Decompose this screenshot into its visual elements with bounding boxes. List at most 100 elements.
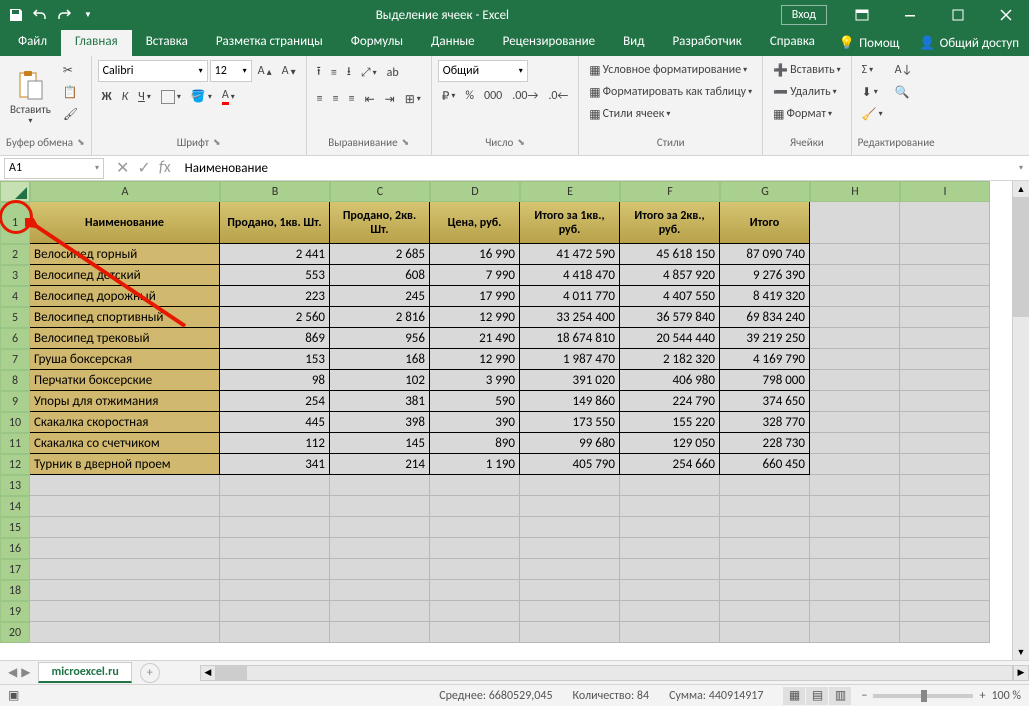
cell[interactable]: 1 987 470	[520, 349, 620, 370]
cell[interactable]: 2 182 320	[620, 349, 720, 370]
column-header[interactable]: B	[220, 181, 330, 202]
cell[interactable]	[220, 517, 330, 538]
cell[interactable]	[900, 454, 990, 475]
font-color-button[interactable]: A▾	[218, 86, 239, 107]
cell[interactable]	[900, 370, 990, 391]
tab-insert[interactable]: Вставка	[132, 30, 202, 56]
cell[interactable]: 214	[330, 454, 430, 475]
increase-indent-button[interactable]: ⇥	[381, 89, 399, 109]
cell[interactable]	[620, 580, 720, 601]
cell[interactable]	[220, 538, 330, 559]
cell[interactable]: Турник в дверной проем	[30, 454, 220, 475]
cell[interactable]: 254 660	[620, 454, 720, 475]
cell[interactable]: 21 490	[430, 328, 520, 349]
record-macro-icon[interactable]: ▣	[8, 688, 19, 703]
cell[interactable]: Велосипед дорожный	[30, 286, 220, 307]
cell[interactable]	[220, 559, 330, 580]
cell[interactable]	[810, 475, 900, 496]
cell[interactable]	[220, 475, 330, 496]
cell[interactable]	[620, 517, 720, 538]
cell[interactable]: 45 618 150	[620, 244, 720, 265]
horizontal-scrollbar[interactable]: ◀ ▶	[200, 665, 1029, 681]
cell[interactable]	[330, 622, 430, 643]
cell[interactable]	[220, 496, 330, 517]
cell[interactable]	[900, 475, 990, 496]
scroll-down-icon[interactable]: ▼	[1013, 644, 1029, 660]
cell[interactable]: 2 816	[330, 307, 430, 328]
wrap-text-button[interactable]: ab	[383, 63, 403, 83]
number-format-combo[interactable]: Общий▾	[438, 60, 528, 82]
cell[interactable]: 98	[220, 370, 330, 391]
cell[interactable]	[30, 580, 220, 601]
cell[interactable]: Скакалка со счетчиком	[30, 433, 220, 454]
redo-icon[interactable]	[56, 7, 72, 23]
enter-formula-icon[interactable]: ✓	[137, 158, 150, 178]
cell[interactable]	[810, 349, 900, 370]
cell[interactable]: 8 419 320	[720, 286, 810, 307]
cell[interactable]	[810, 202, 900, 244]
conditional-format-button[interactable]: ▦Условное форматирование▾	[585, 60, 756, 80]
format-cells-button[interactable]: ▦Формат▾	[769, 104, 844, 124]
row-header[interactable]: 11	[0, 433, 30, 454]
cell[interactable]: 18 674 810	[520, 328, 620, 349]
cell[interactable]	[30, 622, 220, 643]
align-dialog-icon[interactable]: ⬊	[402, 137, 410, 148]
cell[interactable]	[430, 580, 520, 601]
row-header[interactable]: 10	[0, 412, 30, 433]
cell[interactable]	[220, 580, 330, 601]
cell[interactable]: 153	[220, 349, 330, 370]
cut-button[interactable]: ✂	[59, 60, 82, 80]
row-header[interactable]: 8	[0, 370, 30, 391]
row-header[interactable]: 19	[0, 601, 30, 622]
row-header[interactable]: 15	[0, 517, 30, 538]
cell[interactable]	[520, 601, 620, 622]
cell[interactable]	[30, 517, 220, 538]
cell[interactable]	[430, 496, 520, 517]
row-header[interactable]: 14	[0, 496, 30, 517]
zoom-level[interactable]: 100 %	[991, 689, 1021, 703]
cell[interactable]: 7 990	[430, 265, 520, 286]
cell[interactable]: 890	[430, 433, 520, 454]
decrease-decimal-button[interactable]: .0←	[544, 86, 572, 106]
align-middle-button[interactable]: ≡	[327, 63, 341, 83]
cell[interactable]	[430, 475, 520, 496]
cell[interactable]	[810, 265, 900, 286]
cell[interactable]	[520, 475, 620, 496]
cell[interactable]: 608	[330, 265, 430, 286]
copy-button[interactable]: 📋	[59, 82, 82, 102]
cell[interactable]	[430, 538, 520, 559]
cell[interactable]	[520, 517, 620, 538]
cell[interactable]: 869	[220, 328, 330, 349]
align-left-button[interactable]: ≡	[313, 89, 327, 109]
row-header[interactable]: 3	[0, 265, 30, 286]
delete-cells-button[interactable]: ➖Удалить▾	[769, 82, 844, 102]
cell[interactable]	[810, 580, 900, 601]
cell[interactable]: 956	[330, 328, 430, 349]
cell[interactable]	[720, 517, 810, 538]
cell[interactable]	[30, 538, 220, 559]
sheet-tab[interactable]: microexcel.ru	[38, 662, 131, 683]
cell[interactable]: 9 276 390	[720, 265, 810, 286]
row-header[interactable]: 1	[0, 202, 30, 244]
cell[interactable]: 39 219 250	[720, 328, 810, 349]
cell[interactable]: 1 190	[430, 454, 520, 475]
qat-dropdown-icon[interactable]: ▼	[80, 7, 96, 23]
clear-button[interactable]: 🧹▾	[858, 104, 887, 124]
table-header-cell[interactable]: Продано, 2кв. Шт.	[330, 202, 430, 244]
insert-cells-button[interactable]: ➕Вставить▾	[769, 60, 844, 80]
column-header[interactable]: I	[900, 181, 990, 202]
row-header[interactable]: 12	[0, 454, 30, 475]
cell[interactable]: 112	[220, 433, 330, 454]
align-right-button[interactable]: ≡	[345, 89, 359, 109]
cell[interactable]	[810, 244, 900, 265]
column-header[interactable]: G	[720, 181, 810, 202]
align-bottom-button[interactable]: ⭳	[343, 60, 355, 85]
minimize-icon[interactable]	[887, 0, 933, 30]
scroll-right-icon[interactable]: ▶	[1013, 665, 1029, 681]
tab-home[interactable]: Главная	[61, 30, 132, 56]
cell[interactable]	[900, 265, 990, 286]
row-header[interactable]: 4	[0, 286, 30, 307]
cell[interactable]	[220, 622, 330, 643]
cell[interactable]: 4 169 790	[720, 349, 810, 370]
vertical-scrollbar[interactable]: ▲ ▼	[1012, 181, 1029, 660]
